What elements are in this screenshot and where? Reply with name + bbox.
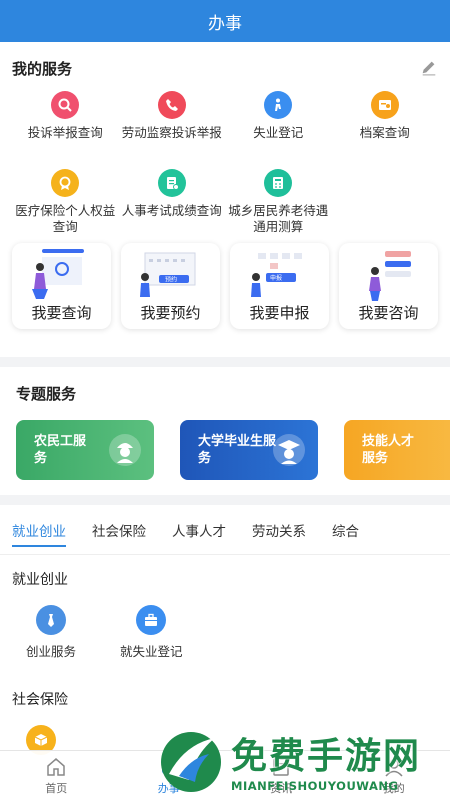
service-pension-calc[interactable]: 城乡居民养老待遇通用测算 — [225, 169, 332, 237]
service-archive-query[interactable]: 档案查询 — [332, 91, 439, 159]
query-illustration-icon — [32, 249, 84, 299]
quick-actions: 我要查询 预约 我要预约 申报 我要申报 我要咨询 — [12, 243, 438, 329]
site-watermark: 免费手游网 MIANFEISHOUYOUWANG — [155, 720, 450, 800]
appointment-tag: 预约 — [165, 276, 177, 284]
calculator-icon — [264, 169, 293, 197]
quick-label: 我要预约 — [140, 304, 201, 322]
service-labor-complaint[interactable]: 劳动监察投诉举报 — [119, 91, 226, 159]
quick-consult-card[interactable]: 我要咨询 — [339, 243, 438, 329]
topic-skilled-talents[interactable]: 技能人才服务 — [344, 420, 450, 480]
service-complaint-query[interactable]: 投诉举报查询 — [12, 91, 119, 159]
section-title: 社会保险 — [12, 692, 68, 708]
app-header: 办事 — [0, 0, 450, 42]
service-grid: 投诉举报查询 劳动监察投诉举报 失业登记 档案查询 医疗保险个人权益查询 人事考… — [12, 91, 438, 237]
watermark-en: MIANFEISHOUYOUWANG — [231, 779, 399, 793]
my-services-title: 我的服务 — [12, 60, 73, 78]
watermark-logo-icon — [161, 732, 221, 792]
consult-illustration-icon — [369, 251, 411, 301]
phone-icon — [157, 91, 186, 119]
topic-migrant-workers[interactable]: 农民工服务 — [16, 420, 154, 480]
quick-label: 我要查询 — [31, 304, 92, 322]
edit-icon[interactable] — [420, 58, 438, 76]
medical-badge-icon — [51, 169, 80, 197]
tie-icon — [36, 605, 66, 635]
search-report-icon — [51, 91, 80, 119]
service-medical-insurance[interactable]: 医疗保险个人权益查询 — [12, 169, 119, 237]
topic-label: 农民工服务 — [34, 434, 87, 466]
service-unemployment-reg[interactable]: 失业登记 — [225, 91, 332, 159]
topic-services-title: 专题服务 — [16, 385, 77, 403]
tab-general[interactable]: 综合 — [332, 505, 359, 555]
topic-graduates[interactable]: 大学毕业生服务 — [180, 420, 318, 480]
tab-employment[interactable]: 就业创业 — [12, 505, 66, 555]
archive-icon — [370, 91, 399, 119]
section-title: 就业创业 — [12, 572, 68, 588]
person-walk-icon — [264, 91, 293, 119]
employment-section: 就业创业 创业服务 就失业登记 — [0, 555, 450, 675]
topic-label: 大学毕业生服务 — [198, 434, 277, 466]
service-label: 人事考试成绩查询 — [121, 203, 222, 218]
item-label: 就失业登记 — [120, 644, 183, 659]
quick-label: 我要咨询 — [358, 304, 419, 322]
service-label: 投诉举报查询 — [27, 125, 103, 140]
tab-personnel[interactable]: 人事人才 — [172, 505, 226, 555]
page-title: 办事 — [208, 13, 242, 34]
exam-doc-icon — [157, 169, 186, 197]
tab-labor-relations[interactable]: 劳动关系 — [252, 505, 306, 555]
declare-tag: 申报 — [270, 274, 282, 282]
employment-items: 创业服务 就失业登记 — [12, 605, 438, 660]
category-tabs: 就业创业 社会保险 人事人才 劳动关系 综合 — [0, 505, 450, 555]
graduate-cap-icon — [273, 434, 305, 466]
service-exam-score[interactable]: 人事考试成绩查询 — [119, 169, 226, 237]
declare-illustration-icon: 申报 — [251, 253, 302, 297]
item-employment-reg[interactable]: 就失业登记 — [120, 605, 183, 660]
briefcase-icon — [136, 605, 167, 635]
service-label: 城乡居民养老待遇通用测算 — [228, 203, 329, 234]
tab-social-insurance[interactable]: 社会保险 — [92, 505, 146, 555]
quick-label: 我要申报 — [249, 304, 310, 322]
quick-appointment-card[interactable]: 预约 我要预约 — [121, 243, 220, 329]
topic-services-section: 专题服务 农民工服务 大学毕业生服务 技能人才服务 — [0, 367, 450, 495]
worker-helmet-icon — [109, 434, 141, 466]
topic-label: 技能人才服务 — [362, 434, 415, 466]
home-icon — [47, 757, 65, 776]
tabbar-home[interactable]: 首页 — [0, 751, 113, 800]
watermark-cn: 免费手游网 — [231, 736, 422, 777]
appointment-illustration-icon: 预约 — [140, 252, 196, 297]
my-services-section: 我的服务 投诉举报查询 劳动监察投诉举报 失业登记 档案查询 医疗保险个人权益查… — [0, 42, 450, 357]
service-label: 劳动监察投诉举报 — [121, 125, 222, 140]
service-label: 医疗保险个人权益查询 — [15, 203, 116, 234]
item-startup-service[interactable]: 创业服务 — [26, 605, 76, 660]
quick-query-card[interactable]: 我要查询 — [12, 243, 111, 329]
item-label: 创业服务 — [26, 644, 77, 659]
topic-cards: 农民工服务 大学毕业生服务 技能人才服务 — [16, 420, 450, 480]
service-label: 失业登记 — [253, 125, 304, 140]
quick-declare-card[interactable]: 申报 我要申报 — [230, 243, 329, 329]
service-label: 档案查询 — [359, 125, 410, 140]
tabbar-label: 首页 — [45, 781, 68, 795]
